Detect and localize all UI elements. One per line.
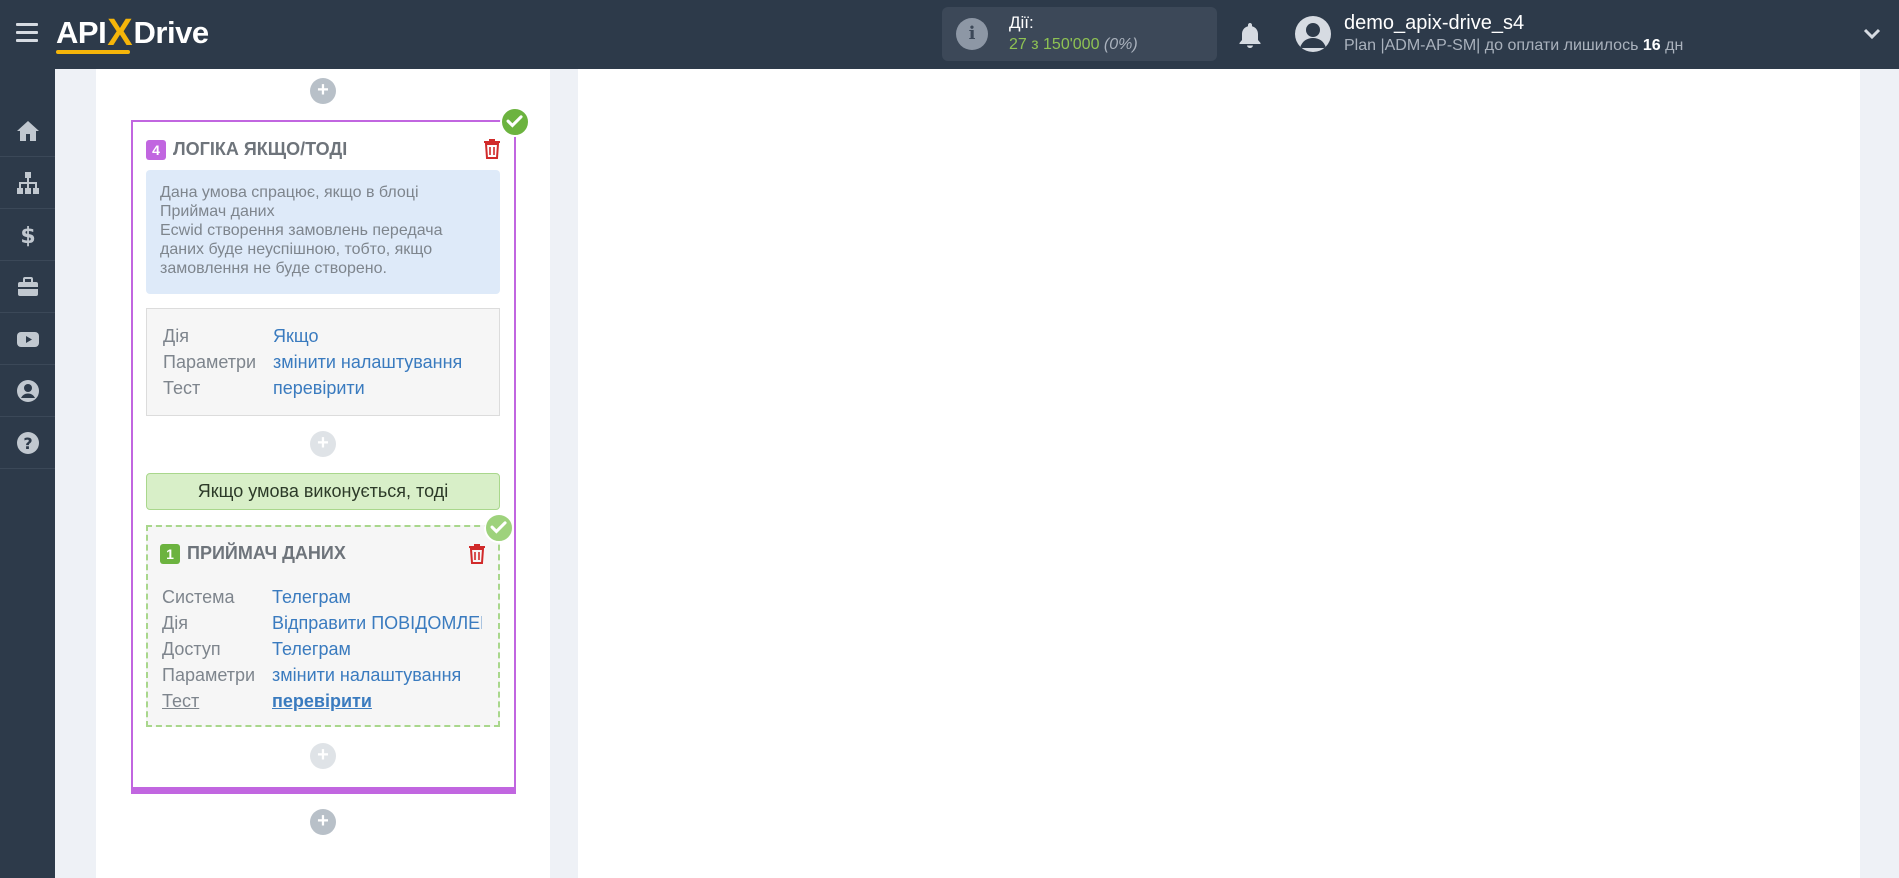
sidebar-item-projects[interactable]: [0, 261, 55, 313]
add-block-button-bottom[interactable]: +: [310, 809, 336, 835]
plan-days-suffix: дн: [1660, 37, 1684, 54]
condition-info: Дана умова спрацює, якщо в блоці Приймач…: [146, 170, 500, 294]
test-link[interactable]: перевірити: [272, 691, 372, 712]
receiver-row-access: Доступ Телеграм: [162, 639, 351, 660]
logic-block-title: ЛОГІКА ЯКЩО/ТОДІ: [173, 139, 348, 159]
receiver-row-test: Тест перевірити: [162, 691, 372, 712]
sidebar-item-help[interactable]: ?: [0, 417, 55, 469]
briefcase-icon: [17, 276, 38, 296]
actions-label: Дії:: [1009, 13, 1034, 32]
param-key: Тест: [163, 378, 201, 398]
logic-block-header: 4 ЛОГІКА ЯКЩО/ТОДІ: [146, 139, 347, 160]
param-key: Доступ: [162, 639, 221, 659]
add-block-button-middle[interactable]: +: [310, 431, 336, 457]
plan-text: Plan |ADM-AP-SM| до оплати лишилось: [1344, 37, 1643, 54]
svg-text:$: $: [20, 224, 35, 248]
settings-panel: [578, 69, 1860, 878]
bell-icon[interactable]: [1234, 19, 1266, 51]
actions-percent: (0%): [1103, 36, 1138, 53]
logic-block-number: 4: [146, 139, 166, 160]
info-line: Приймач даних: [160, 203, 275, 220]
trash-icon[interactable]: [483, 139, 501, 159]
add-block-button-inner-bottom[interactable]: +: [310, 743, 336, 769]
apix-drive-logo[interactable]: API X Drive: [56, 10, 209, 56]
dollar-icon: $: [20, 224, 35, 248]
user-name[interactable]: demo_apix-drive_s4: [1344, 12, 1524, 35]
sidebar-item-video[interactable]: [0, 313, 55, 365]
receiver-block-title: ПРИЙМАЧ ДАНИХ: [187, 543, 346, 563]
chevron-down-icon[interactable]: [1862, 24, 1882, 44]
user-plan: Plan |ADM-AP-SM| до оплати лишилось 16 д…: [1344, 37, 1683, 55]
param-key: Система: [162, 587, 235, 607]
add-block-button-top[interactable]: +: [310, 78, 336, 104]
change-settings-link[interactable]: змінити налаштування: [272, 665, 461, 686]
receiver-block-number: 1: [160, 543, 180, 564]
receiver-row-settings: Параметри змінити налаштування: [162, 665, 461, 686]
logo-part-drive: Drive: [133, 15, 210, 50]
check-icon: [484, 513, 514, 543]
trash-icon[interactable]: [468, 544, 486, 564]
user-icon: [16, 379, 39, 402]
receiver-row-system: Система Телеграм: [162, 587, 351, 608]
plan-days: 16: [1642, 37, 1661, 54]
check-icon: [500, 107, 530, 137]
home-icon: [16, 120, 39, 141]
param-row-settings: Параметри змінити налаштування: [163, 352, 462, 373]
sidebar-item-profile[interactable]: [0, 365, 55, 417]
logo-part-x: X: [107, 11, 133, 54]
actions-value: 27 з 150'000 (0%): [1009, 36, 1138, 54]
info-line: даних буде неуспішною, тобто, якщо: [160, 241, 433, 258]
param-key: Дія: [163, 326, 189, 346]
sidebar-item-billing[interactable]: $: [0, 209, 55, 261]
param-row-action: Дія Якщо: [163, 326, 319, 347]
actions-counter[interactable]: i Дії: 27 з 150'000 (0%): [942, 7, 1217, 61]
info-line: Ecwid створення замовлень передача: [160, 222, 443, 239]
top-bar: API X Drive i Дії: 27 з 150'000 (0%) dem…: [0, 0, 1899, 69]
menu-icon[interactable]: [16, 23, 38, 43]
avatar[interactable]: [1295, 16, 1331, 52]
svg-text:?: ?: [23, 434, 32, 453]
receiver-block-header: 1 ПРИЙМАЧ ДАНИХ: [160, 543, 346, 564]
youtube-icon: [16, 331, 39, 347]
param-key: Тест: [162, 691, 200, 711]
sidebar-item-connections[interactable]: [0, 157, 55, 209]
logic-params: Дія Якщо Параметри змінити налаштування Те…: [146, 308, 500, 416]
param-key: Параметри: [162, 665, 256, 685]
info-line: замовлення не буде створено.: [160, 260, 387, 277]
param-key: Параметри: [163, 352, 257, 372]
help-icon: ?: [16, 431, 39, 454]
logo-part-api: API: [56, 15, 107, 50]
test-link[interactable]: перевірити: [273, 378, 365, 398]
sidebar-item-home[interactable]: [0, 105, 55, 157]
logo-underline: [56, 50, 130, 54]
sitemap-icon: [16, 171, 39, 194]
receiver-row-action: Дія Відправити ПОВІДОМЛЕННЯ: [162, 613, 482, 634]
access-link[interactable]: Телеграм: [272, 639, 351, 660]
action-link[interactable]: Відправити ПОВІДОМЛЕННЯ: [272, 613, 482, 634]
system-link[interactable]: Телеграм: [272, 587, 351, 608]
param-action-link[interactable]: Якщо: [273, 326, 319, 346]
actions-count: 27 з 150'000: [1009, 36, 1100, 53]
condition-true-label: Якщо умова виконується, тоді: [146, 473, 500, 510]
receiver-block: 1 ПРИЙМАЧ ДАНИХ Система Телеграм Дія Відпр…: [146, 525, 500, 727]
param-key: Дія: [162, 613, 188, 633]
param-row-test: Тест перевірити: [163, 378, 365, 399]
info-line: Дана умова спрацює, якщо в блоці: [160, 184, 419, 201]
sidebar: $ ?: [0, 69, 55, 878]
change-settings-link[interactable]: змінити налаштування: [273, 352, 462, 372]
info-icon: i: [956, 18, 988, 50]
